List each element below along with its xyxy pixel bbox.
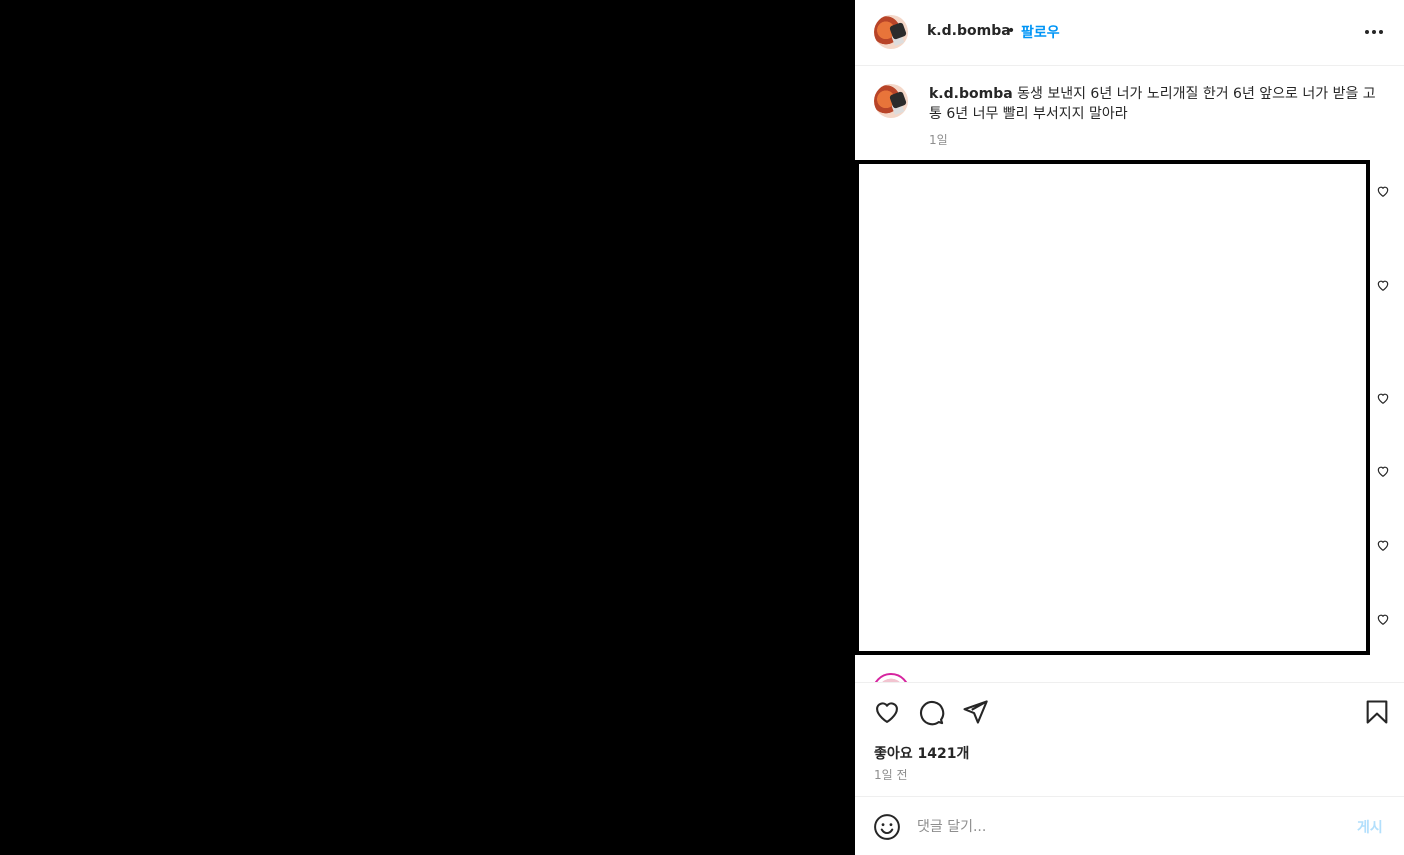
caption-avatar[interactable] [874, 84, 908, 118]
comment-like-heart-icon[interactable] [1376, 538, 1390, 552]
share-send-icon[interactable] [961, 698, 989, 726]
save-bookmark-icon[interactable] [1363, 698, 1391, 726]
author-avatar[interactable] [874, 15, 908, 49]
post-side-panel: k.d.bomba • 팔로우 k.d.bomba 동생 보낸지 6년 너가 노… [855, 0, 1404, 855]
post-actions: 좋아요 1421개 1일 전 [855, 682, 1404, 796]
follow-button[interactable]: 팔로우 [1021, 22, 1060, 42]
like-heart-icon[interactable] [873, 698, 901, 726]
comment-like-heart-icon[interactable] [1376, 184, 1390, 198]
blank-overlay-popup [855, 160, 1370, 655]
post-media [0, 0, 855, 855]
comment-like-heart-icon[interactable] [1376, 391, 1390, 405]
comment-like-heart-icon[interactable] [1376, 464, 1390, 478]
post-comment-button[interactable]: 게시 [1357, 817, 1383, 837]
caption-body: k.d.bomba 동생 보낸지 6년 너가 노리개질 한거 6년 앞으로 너가… [929, 84, 1379, 124]
post-timestamp: 1일 전 [874, 768, 908, 782]
more-options-icon[interactable] [1361, 22, 1387, 42]
post-header: k.d.bomba • 팔로우 [855, 0, 1404, 66]
comment-input[interactable] [917, 815, 1337, 839]
header-separator: • [1007, 23, 1016, 39]
comment-icon[interactable] [917, 698, 945, 726]
like-count[interactable]: 좋아요 1421개 [874, 743, 969, 763]
comment-composer: 게시 [855, 796, 1404, 855]
caption-time: 1일 [929, 133, 948, 147]
emoji-icon[interactable] [873, 813, 901, 841]
comment-like-heart-icon[interactable] [1376, 278, 1390, 292]
author-username[interactable]: k.d.bomba [927, 23, 1011, 39]
comment-like-heart-icon[interactable] [1376, 612, 1390, 626]
caption-username[interactable]: k.d.bomba [929, 86, 1013, 102]
